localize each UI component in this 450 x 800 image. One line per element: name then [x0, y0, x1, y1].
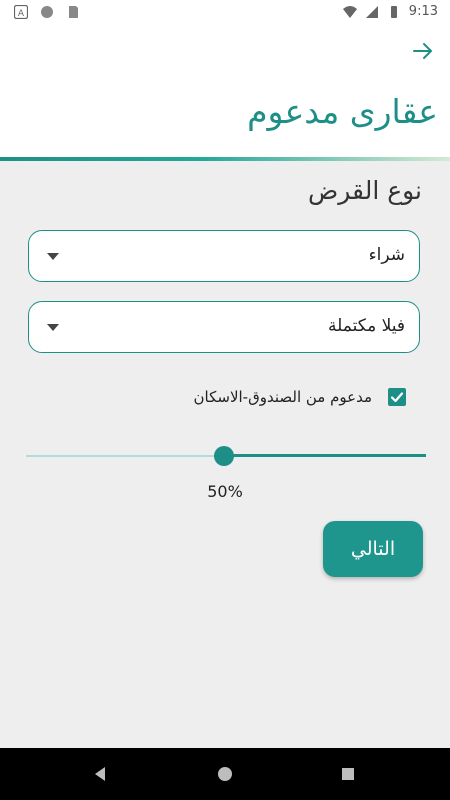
check-icon — [390, 392, 404, 403]
loan-type-dropdown[interactable]: شراء — [28, 230, 420, 282]
page-title: عقارى مدعوم — [247, 92, 438, 131]
chevron-down-icon — [47, 253, 59, 260]
percentage-slider[interactable] — [26, 443, 426, 469]
back-triangle-icon[interactable] — [88, 762, 112, 786]
next-button[interactable]: التالي — [323, 521, 423, 577]
supported-checkbox[interactable] — [388, 388, 406, 406]
svg-text:A: A — [18, 9, 25, 19]
home-circle-icon[interactable] — [213, 762, 237, 786]
slider-thumb[interactable] — [214, 446, 234, 466]
app-header: عقارى مدعوم — [0, 26, 450, 158]
sd-card-icon — [69, 6, 78, 18]
status-left-icons: A — [14, 5, 80, 19]
wifi-icon — [342, 5, 357, 18]
battery-icon — [390, 5, 397, 18]
status-time: 9:13 — [408, 4, 438, 19]
header-accent-line — [0, 157, 450, 161]
system-nav-bar — [0, 748, 450, 800]
loan-type-value: شراء — [368, 245, 405, 265]
arrow-right-icon[interactable] — [410, 38, 436, 64]
a-icon: A — [14, 5, 28, 19]
status-right-icons: 9:13 — [342, 4, 438, 19]
slider-value-label: 50% — [207, 482, 243, 501]
slider-track-inactive — [26, 455, 224, 457]
supported-checkbox-label: مدعوم من الصندوق-الاسكان — [193, 388, 372, 406]
slider-track-active — [224, 454, 426, 457]
circle-icon — [41, 6, 53, 18]
status-bar: A 9:13 — [0, 0, 450, 26]
property-type-dropdown[interactable]: فيلا مكتملة — [28, 301, 420, 353]
recents-square-icon[interactable] — [336, 762, 360, 786]
property-type-value: فيلا مكتملة — [328, 316, 405, 336]
section-title: نوع القرض — [308, 176, 422, 205]
supported-checkbox-row[interactable]: مدعوم من الصندوق-الاسكان — [194, 388, 406, 406]
chevron-down-icon — [47, 324, 59, 331]
signal-icon — [365, 5, 378, 18]
